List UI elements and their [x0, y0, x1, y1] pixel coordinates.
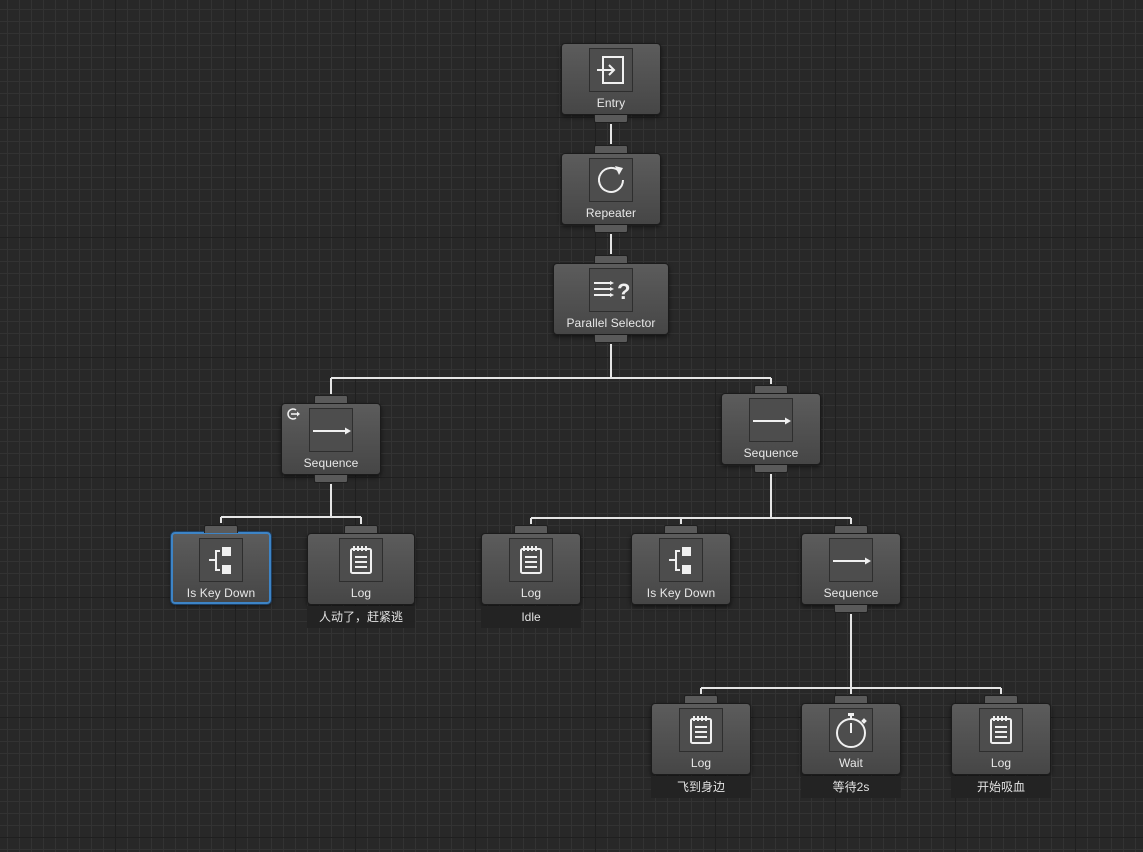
node-comment: 人动了，赶紧逃 — [307, 606, 415, 628]
svg-text:?: ? — [617, 279, 630, 304]
node-title: Is Key Down — [646, 586, 716, 600]
output-port[interactable] — [594, 225, 628, 233]
node-log-fly[interactable]: Log — [651, 695, 751, 775]
conditional-icon — [659, 538, 703, 582]
node-title: Parallel Selector — [566, 316, 656, 330]
node-comment: Idle — [481, 606, 581, 628]
node-log-1[interactable]: Log — [307, 525, 415, 605]
entry-icon — [589, 48, 633, 92]
log-icon — [979, 708, 1023, 752]
node-title: Wait — [839, 756, 863, 770]
input-port[interactable] — [664, 525, 698, 533]
parallel-selector-icon: ? — [589, 268, 633, 312]
node-title: Sequence — [743, 446, 799, 460]
stopwatch-icon — [829, 708, 873, 752]
input-port[interactable] — [514, 525, 548, 533]
input-port[interactable] — [594, 145, 628, 153]
node-entry[interactable]: Entry — [561, 43, 661, 123]
input-port[interactable] — [204, 525, 238, 533]
node-is-key-down-1[interactable]: Is Key Down — [171, 525, 271, 604]
input-port[interactable] — [834, 695, 868, 703]
connection-line — [530, 474, 852, 524]
node-comment: 飞到身边 — [651, 776, 751, 798]
node-parallel-selector[interactable]: ? Parallel Selector — [553, 255, 669, 343]
node-sequence-left[interactable]: Sequence — [281, 395, 381, 483]
output-port[interactable] — [834, 605, 868, 613]
node-comment: 开始吸血 — [951, 776, 1051, 798]
connection-line — [220, 484, 362, 524]
node-title: Log — [990, 756, 1012, 770]
connection-line — [700, 614, 1002, 694]
node-log-blood[interactable]: Log — [951, 695, 1051, 775]
conditional-abort-icon — [285, 406, 301, 422]
conditional-icon — [199, 538, 243, 582]
node-sequence-right[interactable]: Sequence — [721, 385, 821, 473]
log-icon — [339, 538, 383, 582]
output-port[interactable] — [754, 465, 788, 473]
log-icon — [679, 708, 723, 752]
node-comment: 等待2s — [801, 776, 901, 798]
node-title: Is Key Down — [186, 586, 256, 600]
output-port[interactable] — [594, 335, 628, 343]
node-title: Log — [520, 586, 542, 600]
input-port[interactable] — [754, 385, 788, 393]
arrow-right-icon — [829, 538, 873, 582]
input-port[interactable] — [594, 255, 628, 263]
node-is-key-down-2[interactable]: Is Key Down — [631, 525, 731, 605]
node-title: Log — [350, 586, 372, 600]
arrow-right-icon — [749, 398, 793, 442]
node-wait[interactable]: Wait — [801, 695, 901, 775]
node-title: Repeater — [585, 206, 637, 220]
node-title: Sequence — [823, 586, 879, 600]
node-title: Log — [690, 756, 712, 770]
node-log-idle[interactable]: Log — [481, 525, 581, 605]
input-port[interactable] — [344, 525, 378, 533]
output-port[interactable] — [314, 475, 348, 483]
input-port[interactable] — [314, 395, 348, 403]
node-title: Sequence — [303, 456, 359, 470]
node-repeater[interactable]: Repeater — [561, 145, 661, 233]
repeat-icon — [589, 158, 633, 202]
node-title: Entry — [596, 96, 626, 110]
arrow-right-icon — [309, 408, 353, 452]
input-port[interactable] — [984, 695, 1018, 703]
output-port[interactable] — [594, 115, 628, 123]
behavior-tree-canvas[interactable]: Entry Repeater? Parallel Selector Sequence S… — [0, 0, 1143, 852]
input-port[interactable] — [834, 525, 868, 533]
input-port[interactable] — [684, 695, 718, 703]
connection-line — [330, 344, 772, 394]
node-sequence-inner[interactable]: Sequence — [801, 525, 901, 613]
log-icon — [509, 538, 553, 582]
